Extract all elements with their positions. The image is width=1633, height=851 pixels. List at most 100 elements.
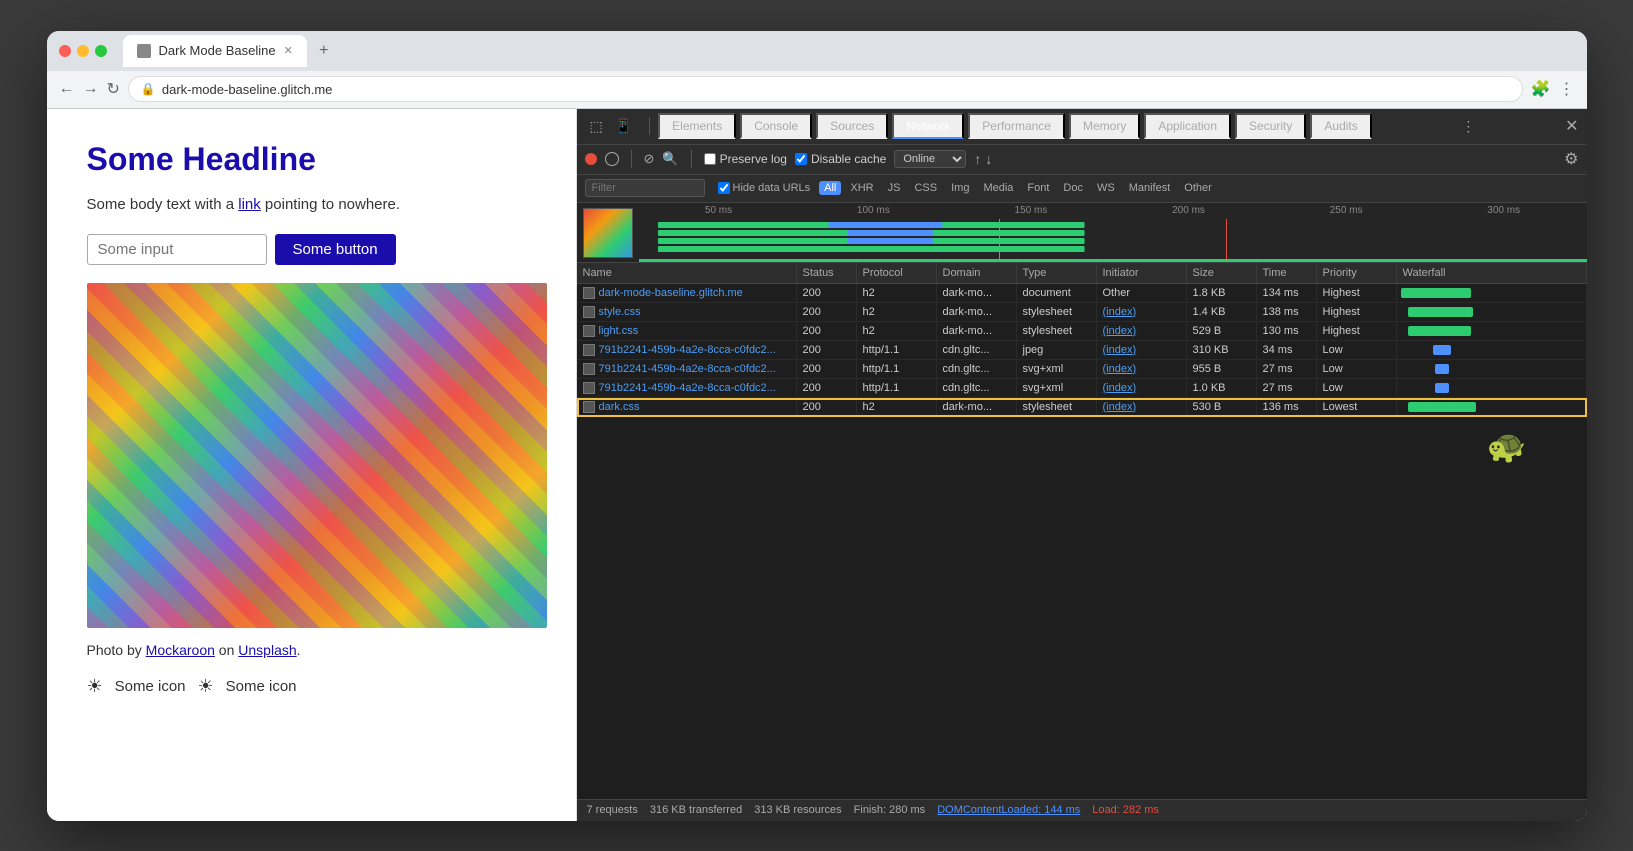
cell-initiator-6[interactable]: (index): [1097, 379, 1187, 397]
disable-cache-checkbox[interactable]: Disable cache: [795, 152, 886, 166]
chip-font[interactable]: Font: [1022, 181, 1054, 195]
chip-doc[interactable]: Doc: [1058, 181, 1088, 195]
cell-domain-6: cdn.gltc...: [937, 379, 1017, 397]
cell-waterfall-1: [1397, 284, 1587, 302]
network-separator-2: [691, 150, 692, 168]
content-area: Some Headline Some body text with a link…: [47, 109, 1587, 821]
icon-label-1: Some icon: [115, 678, 186, 695]
hide-data-urls-checkbox[interactable]: Hide data URLs: [713, 181, 816, 195]
cell-initiator-7[interactable]: (index): [1097, 398, 1187, 416]
cell-status-3: 200: [797, 322, 857, 340]
tab-audits[interactable]: Audits: [1310, 113, 1371, 139]
inspect-icon[interactable]: ⬚: [585, 116, 608, 137]
table-row[interactable]: 791b2241-459b-4a2e-8cca-c0fdc2... 200 ht…: [577, 341, 1587, 360]
tab-application[interactable]: Application: [1144, 113, 1231, 139]
webpage-panel: Some Headline Some body text with a link…: [47, 109, 577, 821]
menu-icon[interactable]: ⋮: [1559, 79, 1575, 99]
tab-network[interactable]: Network: [892, 113, 964, 139]
cell-initiator-2[interactable]: (index): [1097, 303, 1187, 321]
chip-ws[interactable]: WS: [1092, 181, 1120, 195]
upload-icon[interactable]: ↑: [974, 151, 981, 167]
chip-manifest[interactable]: Manifest: [1124, 181, 1176, 195]
network-table[interactable]: Name Status Protocol Domain Type Initiat…: [577, 263, 1587, 799]
cell-size-2: 1.4 KB: [1187, 303, 1257, 321]
tab-sources[interactable]: Sources: [816, 113, 888, 139]
clear-button[interactable]: [605, 152, 619, 166]
mockaroon-link[interactable]: Mockaroon: [146, 642, 215, 658]
chip-other[interactable]: Other: [1179, 181, 1217, 195]
settings-icon[interactable]: ⚙: [1564, 149, 1578, 169]
throttling-select[interactable]: Online Fast 3G Slow 3G Offline: [894, 150, 966, 168]
unsplash-link[interactable]: Unsplash: [238, 642, 296, 658]
some-input[interactable]: [87, 234, 267, 265]
table-row[interactable]: light.css 200 h2 dark-mo... stylesheet (…: [577, 322, 1587, 341]
extensions-icon[interactable]: 🧩: [1531, 79, 1551, 99]
tab-memory[interactable]: Memory: [1069, 113, 1140, 139]
table-row[interactable]: dark-mode-baseline.glitch.me 200 h2 dark…: [577, 284, 1587, 303]
back-button[interactable]: ←: [59, 80, 75, 98]
table-row[interactable]: 791b2241-459b-4a2e-8cca-c0fdc2... 200 ht…: [577, 360, 1587, 379]
device-icon[interactable]: 📱: [610, 116, 637, 137]
cell-priority-2: Highest: [1317, 303, 1397, 321]
network-separator-1: [631, 150, 632, 168]
sun-icon-2: ☀: [198, 676, 214, 697]
search-icon[interactable]: 🔍: [662, 151, 678, 167]
preserve-log-checkbox[interactable]: Preserve log: [704, 152, 787, 166]
disable-cache-input[interactable]: [795, 153, 807, 165]
cell-status-2: 200: [797, 303, 857, 321]
hide-data-input[interactable]: [718, 182, 730, 194]
forward-button[interactable]: →: [83, 80, 99, 98]
filter-input[interactable]: [585, 179, 705, 197]
cell-protocol-7: h2: [857, 398, 937, 416]
tab-security[interactable]: Security: [1235, 113, 1306, 139]
tab-title: Dark Mode Baseline: [159, 43, 276, 58]
chip-all[interactable]: All: [819, 181, 841, 195]
table-row[interactable]: 791b2241-459b-4a2e-8cca-c0fdc2... 200 ht…: [577, 379, 1587, 398]
status-dom-content-loaded[interactable]: DOMContentLoaded: 144 ms: [937, 804, 1080, 816]
address-input-container[interactable]: 🔒 dark-mode-baseline.glitch.me: [128, 76, 1523, 102]
cell-protocol-5: http/1.1: [857, 360, 937, 378]
cell-initiator-3[interactable]: (index): [1097, 322, 1187, 340]
waterfall-bar-4: [1433, 345, 1451, 355]
chip-media[interactable]: Media: [978, 181, 1018, 195]
waterfall-bar-7: [1408, 402, 1476, 412]
record-button[interactable]: [585, 153, 597, 165]
table-row[interactable]: dark.css 200 h2 dark-mo... stylesheet (i…: [577, 398, 1587, 417]
header-type: Type: [1017, 263, 1097, 283]
tab-close-button[interactable]: ✕: [284, 44, 293, 57]
cell-domain-2: dark-mo...: [937, 303, 1017, 321]
body-link[interactable]: link: [238, 196, 261, 213]
close-button[interactable]: [59, 45, 71, 57]
tab-console[interactable]: Console: [740, 113, 812, 139]
filter-icon[interactable]: ⊘: [644, 151, 655, 167]
page-headline: Some Headline: [87, 141, 536, 178]
download-icon[interactable]: ↓: [985, 151, 992, 167]
tab-elements[interactable]: Elements: [658, 113, 736, 139]
timeline-thumbnail: [583, 208, 633, 258]
cell-type-1: document: [1017, 284, 1097, 302]
new-tab-button[interactable]: +: [311, 38, 337, 64]
cell-initiator-5[interactable]: (index): [1097, 360, 1187, 378]
chip-css[interactable]: CSS: [909, 181, 942, 195]
chip-img[interactable]: Img: [946, 181, 974, 195]
cell-waterfall-3: [1397, 322, 1587, 340]
lock-icon: 🔒: [141, 82, 156, 96]
some-button[interactable]: Some button: [275, 234, 396, 265]
devtools-toolbar: ⬚ 📱 Elements Console Sources Network Per…: [577, 109, 1587, 145]
sun-icon-1: ☀: [87, 676, 103, 697]
reload-button[interactable]: ↻: [107, 79, 120, 99]
status-load: Load: 282 ms: [1092, 804, 1159, 816]
timeline-bars-svg: [639, 214, 1587, 254]
preserve-log-input[interactable]: [704, 153, 716, 165]
chip-js[interactable]: JS: [883, 181, 906, 195]
table-row[interactable]: style.css 200 h2 dark-mo... stylesheet (…: [577, 303, 1587, 322]
cell-initiator-4[interactable]: (index): [1097, 341, 1187, 359]
minimize-button[interactable]: [77, 45, 89, 57]
active-tab[interactable]: Dark Mode Baseline ✕: [123, 35, 307, 67]
file-icon-6: [583, 382, 595, 394]
devtools-close-button[interactable]: ✕: [1565, 116, 1578, 136]
tab-performance[interactable]: Performance: [968, 113, 1065, 139]
maximize-button[interactable]: [95, 45, 107, 57]
more-tabs-button[interactable]: ⋮: [1455, 116, 1481, 137]
chip-xhr[interactable]: XHR: [845, 181, 878, 195]
